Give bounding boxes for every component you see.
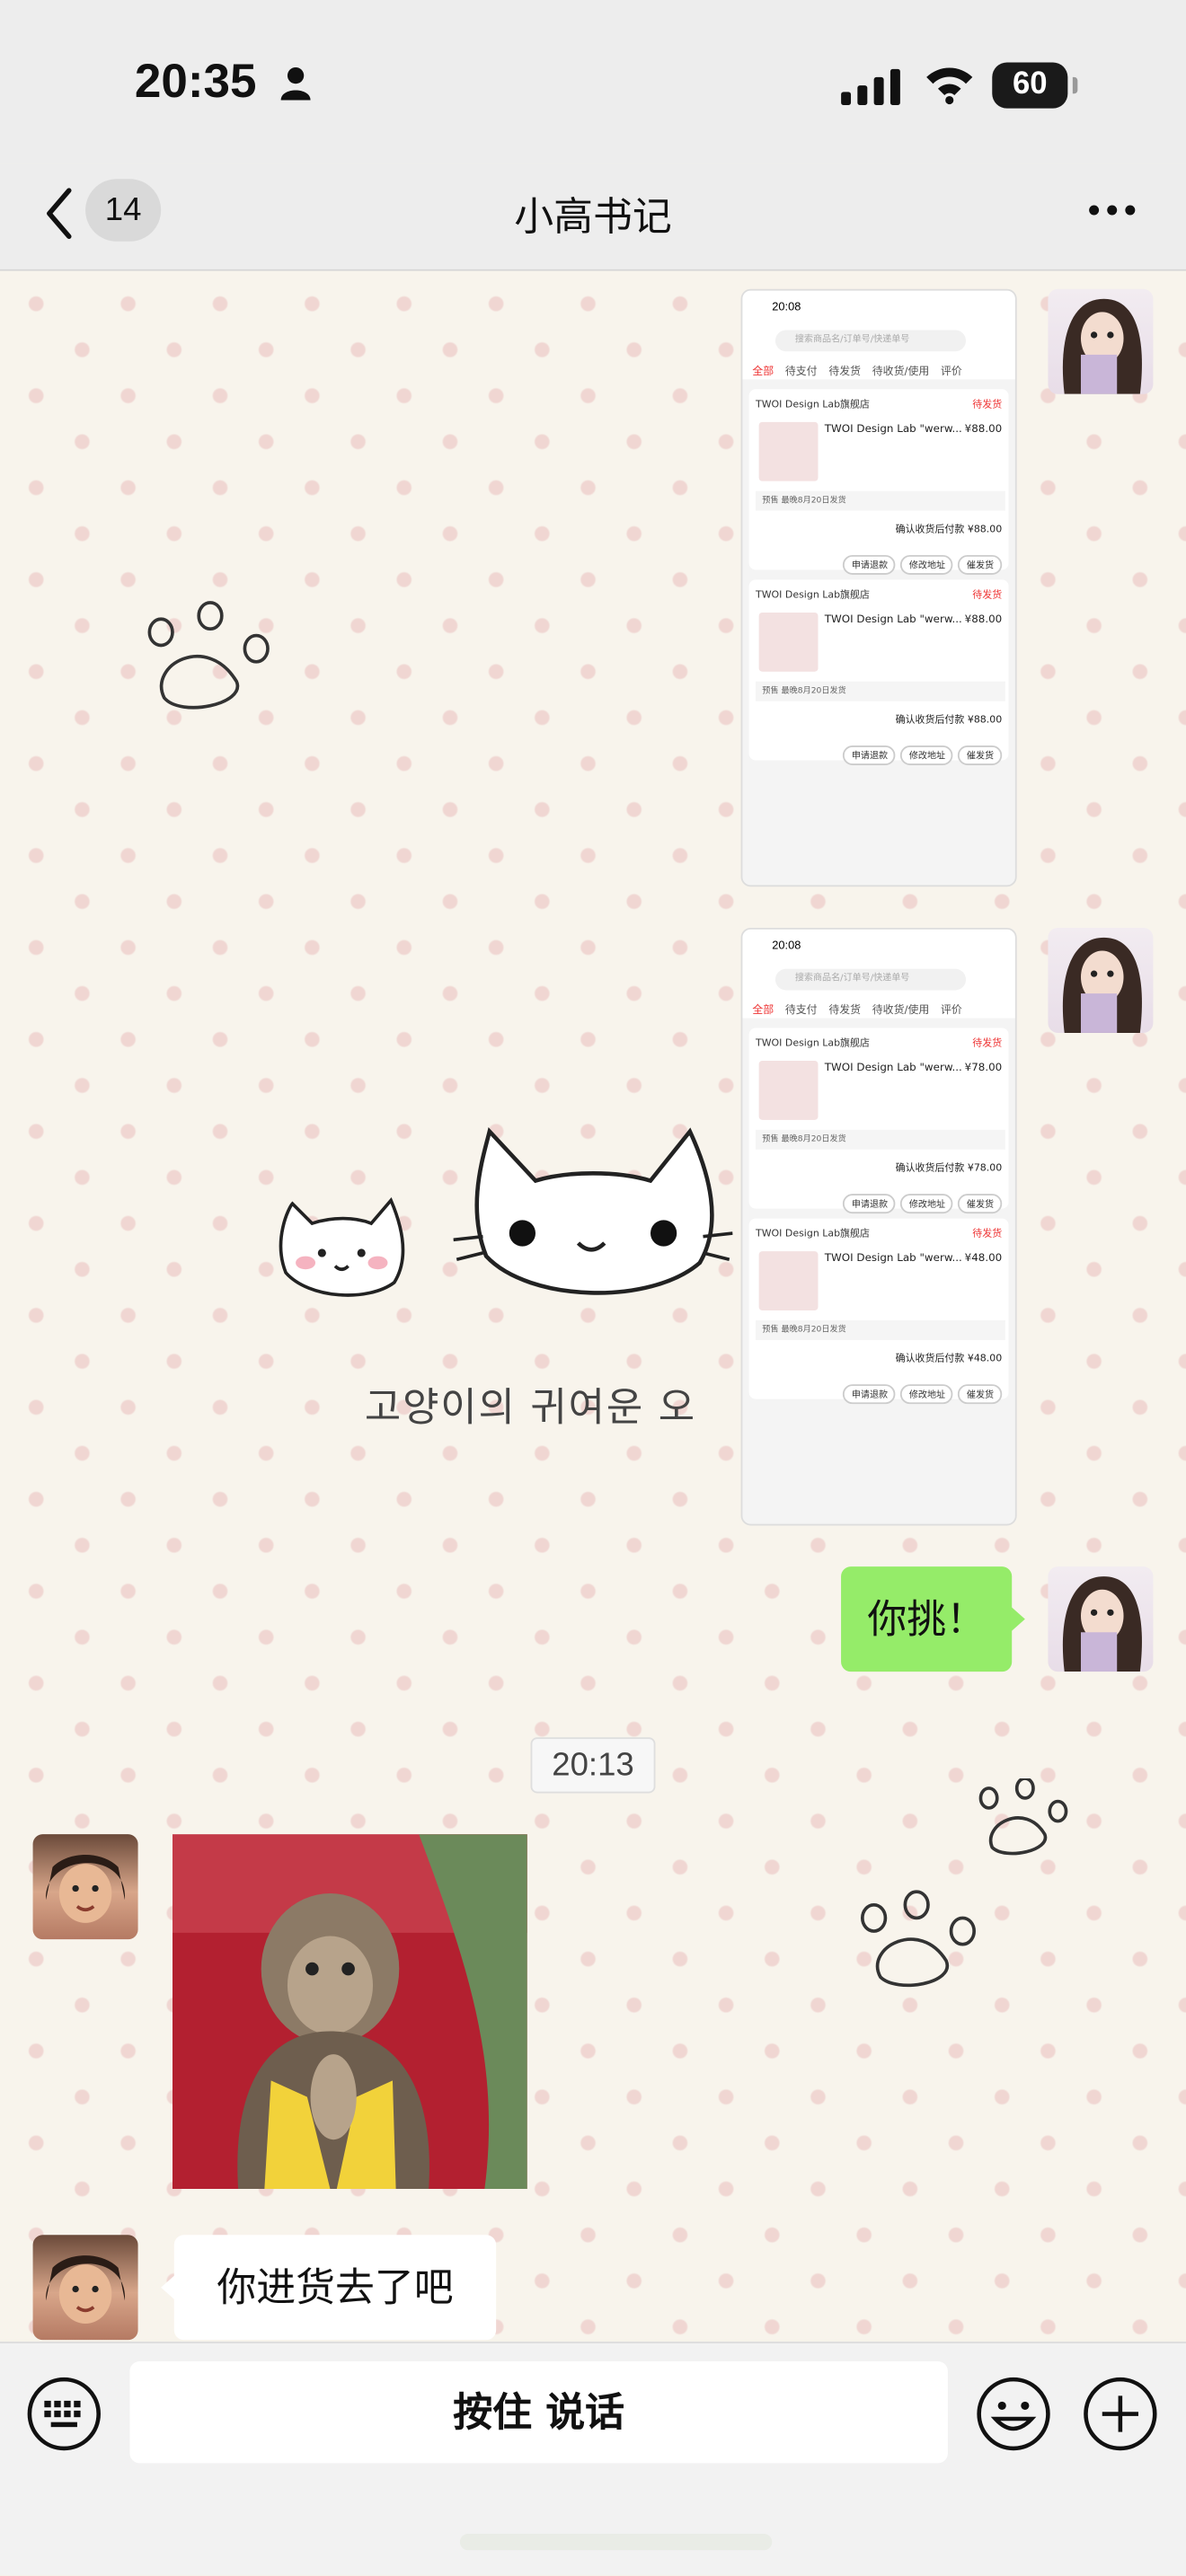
girl-avatar-icon [1062,1576,1142,1672]
cat-doodle-icon [279,1197,405,1297]
screenshot-header: 20:08 搜索商品名/订单号/快递单号 全部 待支付 待发货 待收货/使用 评价 [742,929,1015,1019]
received-message-bubble[interactable]: 你进货去了吧 [161,2235,497,2341]
signal-icon [841,68,900,106]
product-thumbnail [758,1061,819,1120]
chat-header: 14 小高书记 [0,163,1186,271]
screenshot-time: 20:08 [772,940,801,953]
my-avatar[interactable] [1048,288,1154,394]
girl-avatar-icon [1062,937,1142,1033]
doodle-caption: 고양이의 귀여운 오 [364,1384,697,1431]
ellipsis-icon[interactable] [1087,204,1137,217]
home-indicator [459,2533,773,2551]
contact-avatar[interactable] [32,2235,138,2341]
girl-avatar-icon [1062,298,1142,394]
screenshot-time: 20:08 [772,302,801,314]
message-timestamp: 20:13 [530,1737,656,1794]
image-message-order-screenshot[interactable]: 20:08 搜索商品名/订单号/快递单号 全部 待支付 待发货 待收货/使用 评价 TW… [740,288,1017,887]
image-message-order-screenshot[interactable]: 20:08 搜索商品名/订单号/快递单号 全部 待支付 待发货 待收货/使用 评价 TW… [740,927,1017,1526]
contact-avatar[interactable] [32,1834,138,1940]
screenshot-header: 20:08 搜索商品名/订单号/快递单号 全部 待支付 待发货 待收货/使用 评价 [742,290,1015,380]
person-icon [280,66,311,101]
order-card: TWOI Design Lab旗舰店 待发货 TWOI Design Lab "… [748,1028,1009,1214]
clock: 20:35 [134,56,257,109]
page-title: 小高书记 [514,193,672,240]
keyboard-icon[interactable] [26,2376,102,2451]
product-thumbnail [758,1251,819,1310]
paw-doodle-icon [978,1778,1068,1856]
my-avatar[interactable] [1048,1566,1154,1672]
person-avatar-icon [46,1855,126,1923]
status-bar: 20:35 60 [0,0,1186,164]
screenshot-search: 搜索商品名/订单号/快递单号 [774,968,967,991]
order-card: TWOI Design Lab旗舰店 待发货 TWOI Design Lab "… [748,579,1009,765]
plus-icon[interactable] [1083,2376,1158,2451]
sent-message-bubble[interactable]: 你挑！ [841,1566,1025,1672]
person-avatar-icon [46,2255,126,2324]
chat-screen: 20:35 60 14 小高书记 고양이의 귀여운 오 20:08 搜索商品名/… [0,0,1186,2575]
monkey-sticker-icon [172,1834,527,2190]
screenshot-search: 搜索商品名/订单号/快递单号 [774,330,967,352]
message-list[interactable]: 고양이의 귀여운 오 20:08 搜索商品名/订单号/快递单号 全部 待支付 待… [0,270,1186,2341]
screenshot-tabs: 全部 待支付 待发货 待收货/使用 评价 [752,364,962,378]
input-bar: 按住 说话 [0,2342,1186,2575]
wifi-icon [926,67,973,105]
hold-to-talk-button[interactable]: 按住 说话 [129,2361,948,2464]
sticker-monkey-image[interactable] [172,1834,527,2190]
product-thumbnail [758,612,819,672]
order-card: TWOI Design Lab旗舰店 待发货 TWOI Design Lab "… [748,1218,1009,1405]
paw-doodle-icon [861,1890,976,1988]
battery-icon: 60 [992,62,1078,109]
product-thumbnail [758,421,819,481]
my-avatar[interactable] [1048,927,1154,1033]
order-card: TWOI Design Lab旗舰店 待发货 TWOI Design Lab "… [748,389,1009,575]
emoji-icon[interactable] [976,2376,1051,2451]
cat-doodle-large-icon [453,1127,733,1295]
paw-doodle-icon [147,601,270,710]
screenshot-tabs: 全部 待支付 待发货 待收货/使用 评价 [752,1003,962,1017]
